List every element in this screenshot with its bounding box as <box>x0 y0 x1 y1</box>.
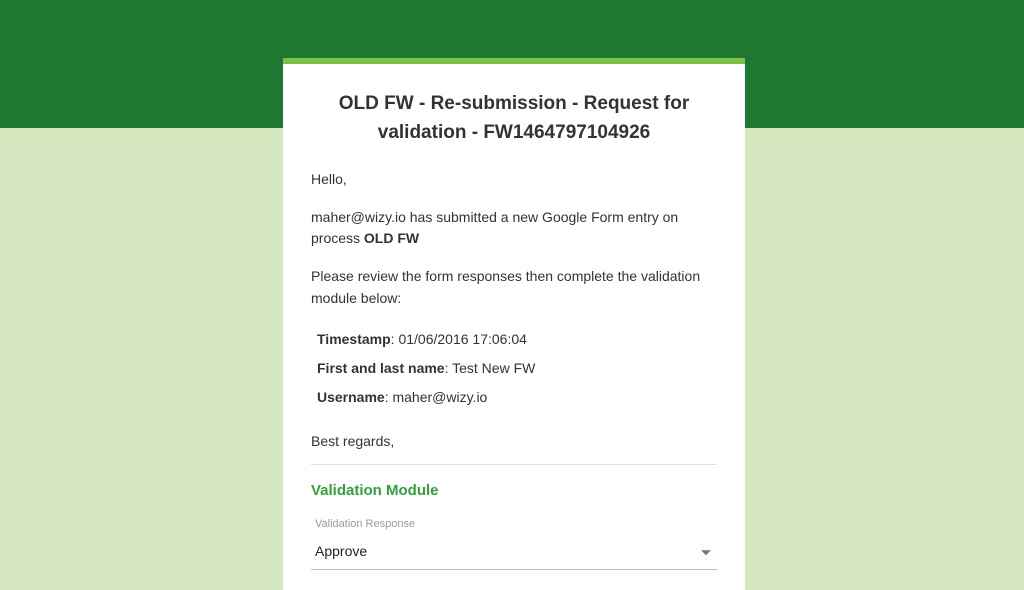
select-value: Approve <box>315 543 367 559</box>
chevron-down-icon <box>701 551 711 556</box>
validation-response-select[interactable]: Approve <box>311 537 717 570</box>
email-card: OLD FW - Re-submission - Request for val… <box>283 58 745 590</box>
email-body: Hello, maher@wizy.io has submitted a new… <box>283 147 745 570</box>
intro-process-name: OLD FW <box>364 230 419 246</box>
timestamp-label: Timestamp <box>317 331 391 347</box>
username-label: Username <box>317 389 385 405</box>
validation-module-title: Validation Module <box>311 479 717 502</box>
timestamp-row: Timestamp: 01/06/2016 17:06:04 <box>317 329 717 351</box>
regards: Best regards, <box>311 431 717 453</box>
email-title: OLD FW - Re-submission - Request for val… <box>283 64 745 147</box>
name-value: : Test New FW <box>445 360 536 376</box>
intro-line: maher@wizy.io has submitted a new Google… <box>311 207 717 250</box>
username-value: : maher@wizy.io <box>385 389 488 405</box>
validation-response-label: Validation Response <box>315 516 717 533</box>
greeting: Hello, <box>311 169 717 191</box>
form-responses: Timestamp: 01/06/2016 17:06:04 First and… <box>311 325 717 408</box>
divider <box>311 464 717 465</box>
name-label: First and last name <box>317 360 445 376</box>
timestamp-value: : 01/06/2016 17:06:04 <box>391 331 527 347</box>
username-row: Username: maher@wizy.io <box>317 387 717 409</box>
name-row: First and last name: Test New FW <box>317 358 717 380</box>
instruction-text: Please review the form responses then co… <box>311 266 717 309</box>
